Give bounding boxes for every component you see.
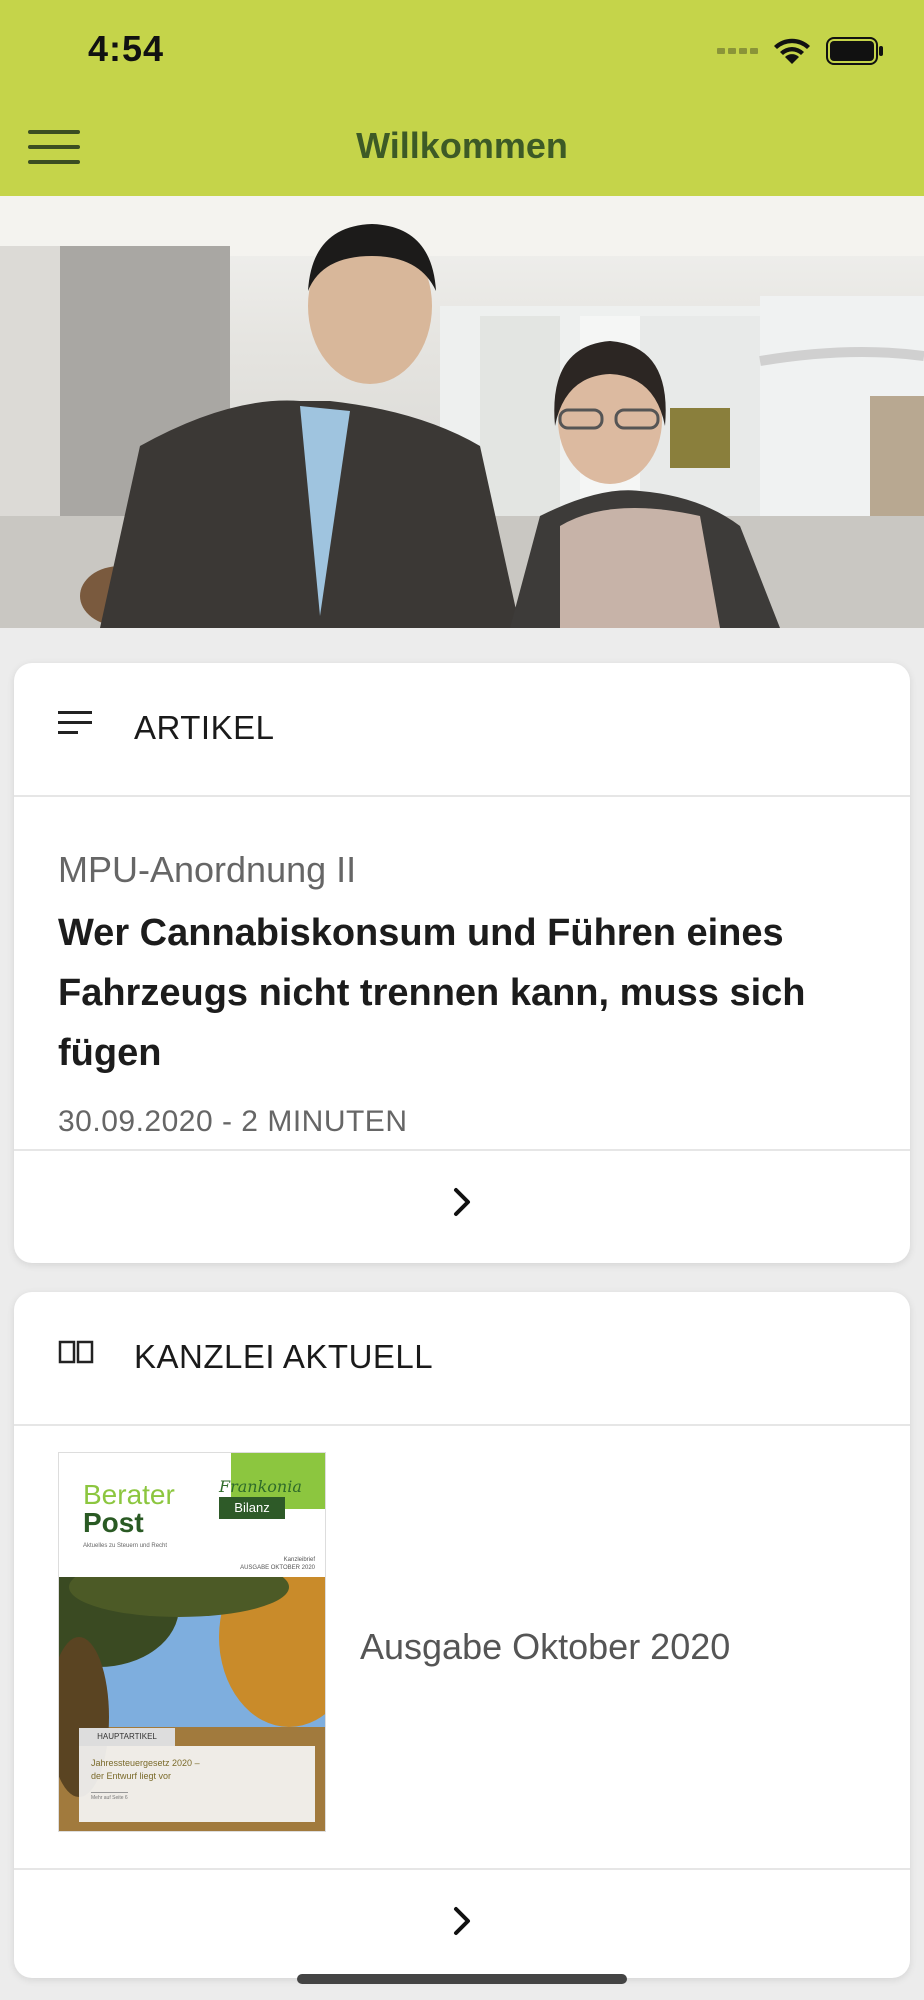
wifi-icon [772, 36, 812, 66]
cover-teaser-2: der Entwurf liegt vor [91, 1771, 172, 1781]
cover-brand: Frankonia [219, 1477, 302, 1496]
cover-teaser-more: Mehr auf Seite 6 [91, 1792, 128, 1801]
home-indicator[interactable] [297, 1974, 627, 1984]
kanzlei-card: KANZLEI AKTUELL Frankonia Bilanz Berater… [14, 1292, 910, 1978]
divider [14, 1868, 910, 1870]
top-bar: 4:54 Willkommen [0, 0, 924, 196]
divider [14, 1149, 910, 1151]
page-title: Willkommen [356, 125, 568, 166]
magazine-cover[interactable]: Frankonia Bilanz Berater Post Aktuelles … [58, 1452, 326, 1832]
cover-teaser-box: Jahressteuergesetz 2020 – der Entwurf li… [79, 1746, 315, 1822]
hero-image [0, 196, 924, 628]
article-meta: 30.09.2020 - 2 MINUTEN [58, 1105, 408, 1138]
cover-title-2: Post [83, 1507, 144, 1538]
articles-card-header: ARTIKEL [14, 663, 910, 797]
battery-icon [826, 37, 884, 65]
articles-card-title: ARTIKEL [134, 709, 275, 746]
signal-icon [717, 48, 758, 54]
cover-issue-small-1: Kanzleibrief [283, 1557, 315, 1563]
cover-header: Frankonia Bilanz Berater Post Aktuelles … [59, 1453, 325, 1577]
status-time: 4:54 [88, 28, 165, 69]
chevron-right-icon[interactable] [445, 1904, 479, 1938]
cover-tag: HAUPTARTIKEL [79, 1728, 175, 1746]
cover-issue-small-2: AUSGABE OKTOBER 2020 [240, 1565, 315, 1571]
article-headline[interactable]: Wer Cannabiskonsum und Führen eines Fahr… [58, 903, 878, 1083]
book-icon [58, 1340, 94, 1364]
cover-teaser-1: Jahressteuergesetz 2020 – [91, 1758, 200, 1768]
articles-card: ARTIKEL MPU-Anordnung II Wer Cannabiskon… [14, 663, 910, 1263]
cover-brand-sub: Bilanz [219, 1497, 285, 1519]
chevron-right-icon[interactable] [445, 1185, 479, 1219]
list-icon [58, 711, 92, 734]
article-kicker: MPU-Anordnung II [58, 849, 357, 890]
issue-label[interactable]: Ausgabe Oktober 2020 [360, 1626, 730, 1668]
status-icons [717, 34, 884, 68]
kanzlei-card-title: KANZLEI AKTUELL [134, 1338, 434, 1375]
cover-tagline: Aktuelles zu Steuern und Recht [83, 1543, 168, 1549]
kanzlei-card-header: KANZLEI AKTUELL [14, 1292, 910, 1426]
